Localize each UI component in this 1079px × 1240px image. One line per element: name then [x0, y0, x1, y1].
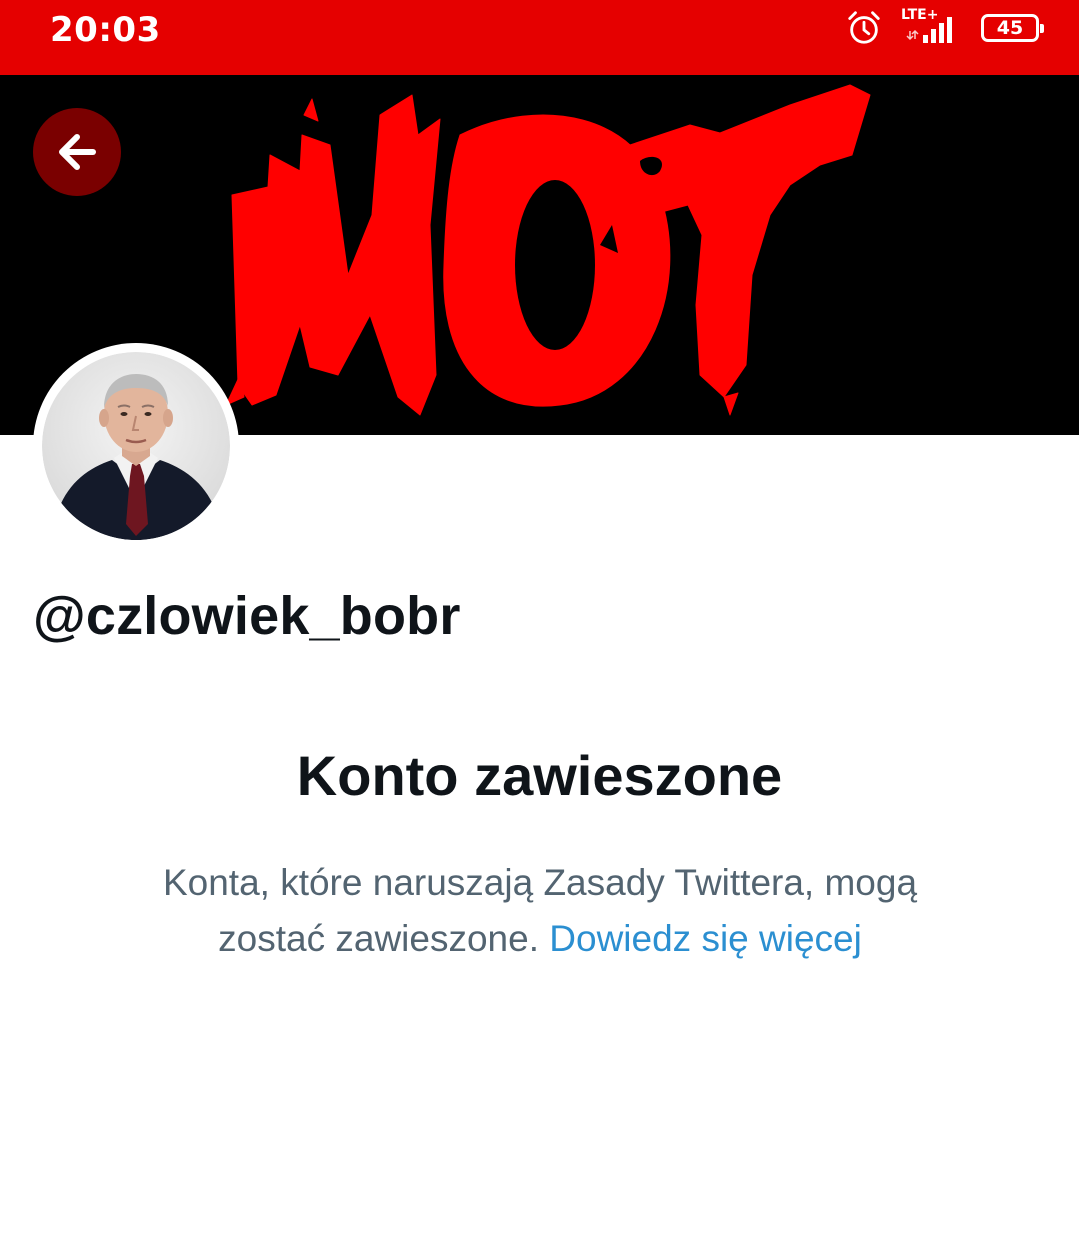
status-bar: 20:03 LTE+ 45	[0, 0, 1079, 75]
avatar-photo	[42, 352, 230, 540]
profile-handle: @czlowiek_bobr	[33, 586, 461, 646]
suspension-message-block: Konta, które naruszają Zasady Twittera, …	[110, 855, 970, 967]
avatar[interactable]	[33, 343, 239, 549]
status-icons: LTE+ 45	[845, 7, 1044, 48]
alarm-icon	[848, 11, 880, 44]
suspension-title: Konto zawieszone	[296, 744, 783, 807]
back-button[interactable]	[33, 108, 121, 196]
battery-icon: 45	[981, 14, 1044, 42]
signal-icon	[906, 17, 952, 43]
signal-indicator: LTE+	[901, 7, 963, 47]
arrow-left-icon	[59, 134, 96, 170]
learn-more-link[interactable]: Dowiedz się więcej	[549, 918, 862, 959]
screen: 20:03 LTE+ 45 @czlowiek_bobr Konto zawie…	[0, 0, 1079, 1240]
battery-level: 45	[996, 16, 1024, 39]
status-time: 20:03	[50, 10, 161, 50]
